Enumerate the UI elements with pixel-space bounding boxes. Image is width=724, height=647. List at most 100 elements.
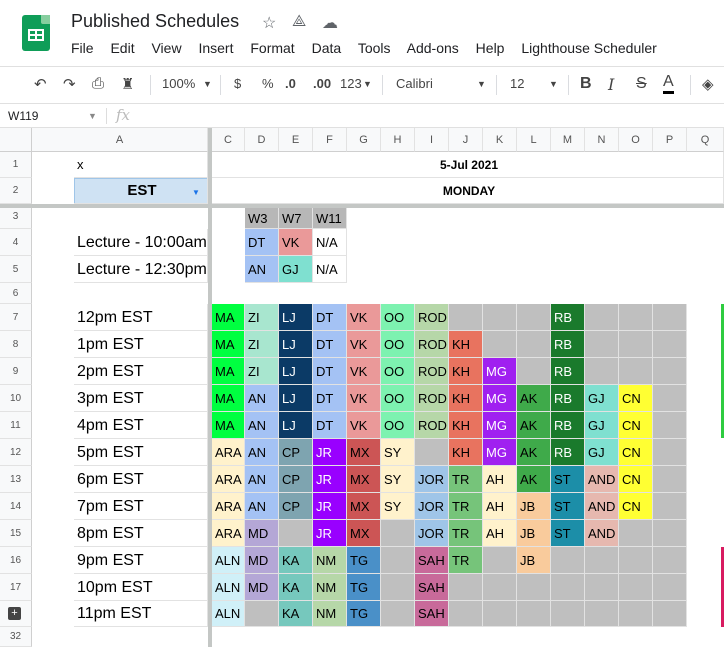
lecture-label[interactable]: Lecture - 12:30pm EST — [74, 256, 208, 283]
chevron-down-icon[interactable]: ▼ — [192, 188, 200, 197]
schedule-cell[interactable]: OO — [381, 385, 415, 412]
schedule-cell[interactable]: ROD — [415, 412, 449, 439]
schedule-cell[interactable]: GJ — [585, 412, 619, 439]
schedule-cell[interactable]: ROD — [415, 385, 449, 412]
schedule-cell[interactable] — [517, 331, 551, 358]
schedule-cell[interactable] — [585, 358, 619, 385]
schedule-cell[interactable] — [619, 304, 653, 331]
schedule-cell[interactable]: DT — [313, 412, 347, 439]
schedule-cell[interactable]: ARA — [212, 466, 245, 493]
day-header[interactable]: MONDAY — [212, 178, 724, 204]
schedule-cell[interactable]: MD — [245, 520, 279, 547]
schedule-cell[interactable] — [585, 601, 619, 627]
schedule-cell[interactable]: AND — [585, 466, 619, 493]
chevron-down-icon[interactable]: ▼ — [549, 79, 558, 89]
schedule-cell[interactable]: RB — [551, 385, 585, 412]
schedule-cell[interactable]: CP — [279, 439, 313, 466]
schedule-cell[interactable] — [653, 385, 687, 412]
schedule-cell[interactable]: JOR — [415, 466, 449, 493]
row-header[interactable]: 2 — [0, 178, 32, 204]
decrease-decimal-button[interactable]: .0 — [285, 76, 296, 91]
schedule-cell[interactable]: DT — [313, 385, 347, 412]
menu-lighthouse-scheduler[interactable]: Lighthouse Scheduler — [521, 40, 656, 56]
schedule-cell[interactable]: ST — [551, 493, 585, 520]
schedule-cell[interactable]: AK — [517, 466, 551, 493]
row-header[interactable]: 6 — [0, 283, 32, 304]
schedule-cell[interactable]: MG — [483, 439, 517, 466]
schedule-cell[interactable] — [483, 574, 517, 601]
column-header[interactable]: K — [483, 128, 517, 152]
schedule-cell[interactable] — [619, 331, 653, 358]
schedule-cell[interactable]: AN — [245, 385, 279, 412]
schedule-cell[interactable]: ALN — [212, 574, 245, 601]
schedule-cell[interactable]: ALN — [212, 547, 245, 574]
schedule-cell[interactable] — [381, 601, 415, 627]
schedule-cell[interactable]: AN — [245, 466, 279, 493]
schedule-cell[interactable]: NM — [313, 601, 347, 627]
font-select[interactable]: Calibri — [396, 76, 433, 91]
schedule-cell[interactable] — [483, 304, 517, 331]
schedule-cell[interactable]: AN — [245, 439, 279, 466]
schedule-cell[interactable]: GJ — [585, 385, 619, 412]
schedule-cell[interactable]: NM — [313, 547, 347, 574]
name-box[interactable]: W119 — [8, 109, 38, 123]
row-header[interactable]: 13 — [0, 466, 32, 493]
schedule-cell[interactable]: VK — [347, 331, 381, 358]
schedule-cell[interactable]: JR — [313, 520, 347, 547]
schedule-cell[interactable]: SY — [381, 466, 415, 493]
schedule-cell[interactable]: DT — [245, 229, 279, 256]
schedule-cell[interactable] — [517, 574, 551, 601]
schedule-cell[interactable] — [517, 601, 551, 627]
schedule-cell[interactable]: ARA — [212, 520, 245, 547]
schedule-cell[interactable]: VK — [347, 412, 381, 439]
schedule-cell[interactable]: KH — [449, 331, 483, 358]
percent-button[interactable]: % — [262, 76, 274, 91]
menu-tools[interactable]: Tools — [358, 40, 391, 56]
schedule-cell[interactable]: ROD — [415, 331, 449, 358]
schedule-cell[interactable] — [483, 331, 517, 358]
cell-a1[interactable]: x — [74, 152, 208, 178]
menu-edit[interactable]: Edit — [110, 40, 134, 56]
schedule-cell[interactable] — [483, 601, 517, 627]
schedule-cell[interactable] — [517, 304, 551, 331]
schedule-cell[interactable]: DT — [313, 304, 347, 331]
schedule-cell[interactable] — [619, 520, 653, 547]
row-header[interactable]: 5 — [0, 256, 32, 283]
italic-button[interactable]: I — [608, 75, 614, 94]
schedule-cell[interactable]: MX — [347, 466, 381, 493]
sheets-logo-icon[interactable] — [22, 15, 50, 51]
schedule-cell[interactable] — [619, 358, 653, 385]
strikethrough-button[interactable]: S — [636, 75, 647, 93]
schedule-cell[interactable]: TG — [347, 601, 381, 627]
schedule-cell[interactable]: ST — [551, 520, 585, 547]
time-slot-label[interactable]: 8pm EST — [74, 520, 208, 547]
schedule-cell[interactable]: AND — [585, 493, 619, 520]
schedule-cell[interactable] — [381, 520, 415, 547]
time-slot-label[interactable]: 1pm EST — [74, 331, 208, 358]
bold-button[interactable]: B — [580, 75, 592, 93]
row-header[interactable]: 4 — [0, 229, 32, 256]
schedule-cell[interactable]: MA — [212, 358, 245, 385]
schedule-cell[interactable] — [551, 601, 585, 627]
schedule-cell[interactable]: LJ — [279, 385, 313, 412]
schedule-cell[interactable]: SAH — [415, 547, 449, 574]
schedule-cell[interactable]: RB — [551, 412, 585, 439]
schedule-cell[interactable]: KA — [279, 547, 313, 574]
add-sheet-icon[interactable]: + — [8, 607, 21, 620]
schedule-cell[interactable] — [585, 547, 619, 574]
chevron-down-icon[interactable]: ▼ — [88, 111, 97, 121]
schedule-cell[interactable] — [653, 466, 687, 493]
column-header[interactable]: L — [517, 128, 551, 152]
column-header[interactable]: F — [313, 128, 347, 152]
schedule-cell[interactable]: LJ — [279, 304, 313, 331]
schedule-cell[interactable]: JB — [517, 493, 551, 520]
schedule-cell[interactable]: KA — [279, 574, 313, 601]
schedule-cell[interactable]: RB — [551, 304, 585, 331]
time-slot-label[interactable]: 12pm EST — [74, 304, 208, 331]
schedule-cell[interactable]: KH — [449, 358, 483, 385]
column-header[interactable]: I — [415, 128, 449, 152]
schedule-cell[interactable] — [585, 304, 619, 331]
schedule-cell[interactable]: DT — [313, 358, 347, 385]
schedule-cell[interactable]: MA — [212, 304, 245, 331]
time-slot-label[interactable]: 9pm EST — [74, 547, 208, 574]
